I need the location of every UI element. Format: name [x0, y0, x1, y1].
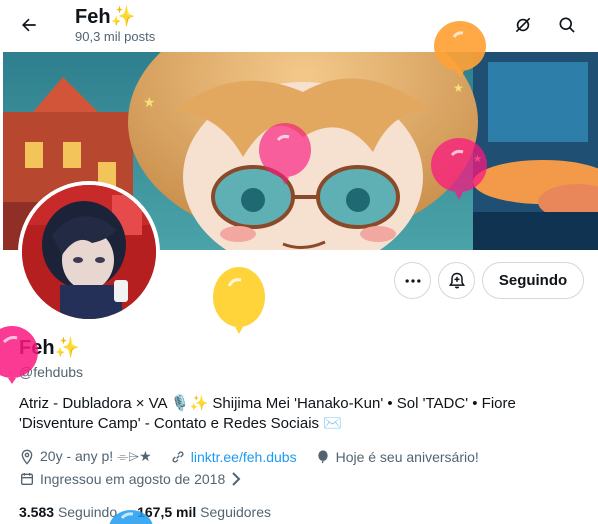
avatar-image	[22, 185, 156, 319]
following-button[interactable]: Seguindo	[482, 262, 584, 299]
bell-add-icon	[448, 272, 465, 288]
birthday-item: Hoje é seu aniversário!	[315, 449, 479, 465]
profile-avatar[interactable]	[18, 181, 160, 323]
more-options-icon	[405, 278, 420, 283]
profile-link[interactable]: linktr.ee/feh.dubs	[191, 449, 297, 465]
bio-line-2: 'Disventure Camp' - Contato e Redes Soci…	[19, 415, 342, 432]
balloon-pink-decoration	[431, 138, 487, 200]
joined-text: Ingressou em agosto de 2018	[40, 471, 226, 487]
link-icon	[172, 450, 184, 463]
balloon-orange-decoration	[434, 21, 486, 78]
following-count-link[interactable]: 3.583 Seguindo	[19, 504, 117, 520]
top-bar: Feh✨ 90,3 mil posts	[0, 0, 598, 52]
bio-line-1: Atriz - Dubladora × VA 🎙️✨ Shijima Mei '…	[19, 395, 516, 412]
balloon-pink-decoration	[259, 123, 311, 185]
followers-label: Seguidores	[200, 504, 271, 520]
more-options-button[interactable]	[394, 262, 431, 299]
post-count: 90,3 mil posts	[75, 29, 156, 44]
following-count: 3.583	[19, 504, 55, 520]
page-title: Feh✨	[75, 6, 136, 28]
search-button[interactable]	[554, 12, 580, 38]
balloon-pink-decoration	[0, 326, 38, 384]
svg-text:★: ★	[143, 95, 156, 111]
location-text: 20y - any p! ⌯⌲★	[40, 448, 152, 464]
search-icon	[559, 17, 575, 33]
arrow-left-icon	[22, 18, 36, 32]
notify-button[interactable]	[438, 262, 475, 299]
balloon-blue-decoration	[109, 510, 153, 524]
no-notifications-icon	[515, 17, 531, 33]
chevron-right-icon	[232, 472, 241, 486]
sparkle-emoji: ✨	[110, 6, 136, 28]
joined-row: Ingressou em agosto de 2018	[19, 471, 242, 487]
back-button[interactable]	[14, 10, 44, 40]
birthday-text: Hoje é seu aniversário!	[335, 448, 479, 465]
title-block: Feh✨ 90,3 mil posts	[75, 5, 155, 45]
profile-meta-row: 20y - any p! ⌯⌲★ linktr.ee/feh.dubs Hoje…	[19, 448, 479, 465]
notifications-off-button[interactable]	[510, 12, 536, 38]
location-item: 20y - any p! ⌯⌲★	[19, 448, 152, 465]
followers-count-link[interactable]: 167,5 mil Seguidores	[137, 504, 271, 520]
calendar-icon	[21, 473, 33, 485]
link-item[interactable]: linktr.ee/feh.dubs	[170, 449, 297, 465]
profile-bio: Atriz - Dubladora × VA 🎙️✨ Shijima Mei '…	[19, 394, 559, 434]
joined-item[interactable]: Ingressou em agosto de 2018	[19, 471, 242, 487]
location-pin-icon	[21, 449, 33, 465]
sparkle-emoji: ✨	[54, 337, 80, 359]
balloon-yellow-decoration	[213, 267, 265, 334]
balloon-icon	[317, 449, 328, 463]
